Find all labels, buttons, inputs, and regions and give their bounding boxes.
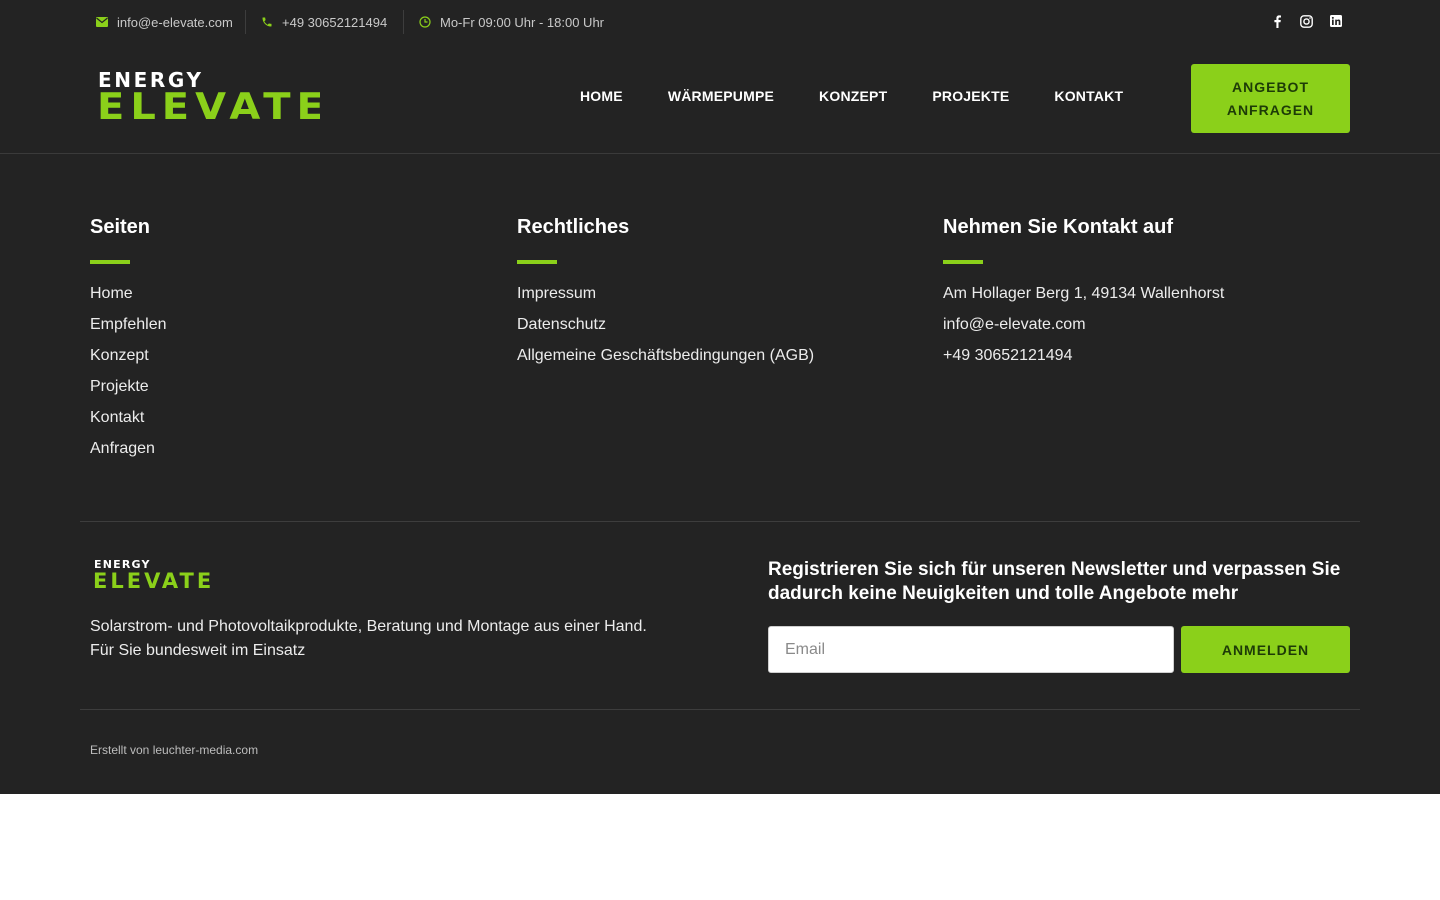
instagram-icon[interactable] (1300, 14, 1313, 28)
credit-link[interactable]: Erstellt von leuchter-media.com (90, 743, 258, 757)
newsletter-heading: Registrieren Sie sich für unseren Newsle… (768, 559, 1341, 604)
list-item: Kontakt (90, 408, 167, 439)
nav-home[interactable]: HOME (580, 88, 623, 104)
contact-email[interactable]: info@e-elevate.com (943, 316, 1086, 333)
social-links (1271, 14, 1342, 28)
envelope-icon (95, 15, 109, 29)
list-item: info@e-elevate.com (943, 315, 1224, 346)
topbar-hours-text: Mo-Fr 09:00 Uhr - 18:00 Uhr (440, 14, 605, 30)
topbar-email[interactable]: info@e-elevate.com (95, 14, 233, 30)
pages-links: Home Empfehlen Konzept Projekte Kontakt … (90, 284, 167, 470)
topbar-divider (403, 10, 404, 34)
heading-accent-bar (517, 260, 557, 264)
footer-link-konzept[interactable]: Konzept (90, 347, 149, 364)
list-item: Impressum (517, 284, 814, 315)
footer-page: info@e-elevate.com +49 30652121494 Mo-Fr… (0, 0, 1440, 794)
facebook-icon[interactable] (1271, 14, 1284, 28)
list-item: Empfehlen (90, 315, 167, 346)
footer-link-home[interactable]: Home (90, 285, 133, 302)
list-item: Allgemeine Geschäftsbedingungen (AGB) (517, 346, 814, 377)
logo-graphic: ENERGY ELEVATE (97, 68, 324, 128)
legal-heading: Rechtliches (517, 216, 630, 238)
footer-link-agb[interactable]: Allgemeine Geschäftsbedingungen (AGB) (517, 347, 814, 364)
topbar-email-text: info@e-elevate.com (117, 14, 233, 30)
pages-heading: Seiten (90, 216, 151, 238)
footer-contact-column: Nehmen Sie Kontakt auf Am Hollager Berg … (943, 216, 1224, 377)
logo-bottom-word: ELEVATE (98, 85, 320, 128)
list-item: Konzept (90, 346, 167, 377)
cta-label-line1: ANGEBOT (1232, 78, 1309, 95)
contact-address: Am Hollager Berg 1, 49134 Wallenhorst (943, 285, 1225, 302)
footer-link-projekte[interactable]: Projekte (90, 378, 149, 395)
contact-phone[interactable]: +49 30652121494 (943, 347, 1072, 364)
nav-projekte[interactable]: PROJEKTE (932, 88, 1009, 104)
footer-link-datenschutz[interactable]: Datenschutz (517, 316, 606, 333)
list-item: Anfragen (90, 439, 167, 470)
topbar-hours: Mo-Fr 09:00 Uhr - 18:00 Uhr (418, 14, 604, 30)
nav-konzept[interactable]: KONZEPT (819, 88, 887, 104)
list-item: Home (90, 284, 167, 315)
footer-pages-column: Seiten Home Empfehlen Konzept Projekte K… (90, 216, 167, 470)
legal-links: Impressum Datenschutz Allgemeine Geschäf… (517, 284, 814, 377)
topbar-divider (245, 10, 246, 34)
header-divider (0, 153, 1440, 154)
contact-lines: Am Hollager Berg 1, 49134 Wallenhorst in… (943, 284, 1224, 377)
footer-logo-graphic: ENERGY ELEVATE (93, 558, 213, 593)
footer-logo[interactable]: ENERGY ELEVATE (93, 558, 213, 593)
list-item: Datenschutz (517, 315, 814, 346)
main-nav: HOME WÄRMEPUMPE KONZEPT PROJEKTE KONTAKT (580, 88, 1168, 104)
footer-link-kontakt[interactable]: Kontakt (90, 409, 144, 426)
footer-link-empfehlen[interactable]: Empfehlen (90, 316, 167, 333)
cta-label-line2: ANFRAGEN (1226, 101, 1315, 118)
footer-logo-bottom-word: ELEVATE (93, 569, 213, 590)
credit-line: Erstellt von leuchter-media.com (90, 743, 258, 757)
footer-link-impressum[interactable]: Impressum (517, 285, 596, 302)
top-bar: info@e-elevate.com +49 30652121494 Mo-Fr… (0, 0, 1440, 44)
heading-accent-bar (943, 260, 983, 264)
clock-icon (418, 15, 432, 29)
topbar-phone-text: +49 30652121494 (282, 14, 388, 30)
company-tagline: Solarstrom- und Photovoltaikprodukte, Be… (90, 618, 647, 659)
linkedin-icon[interactable] (1329, 14, 1342, 28)
footer-bottom-divider (80, 709, 1360, 710)
heading-accent-bar (90, 260, 130, 264)
phone-icon (260, 15, 274, 29)
footer-legal-column: Rechtliches Impressum Datenschutz Allgem… (517, 216, 814, 377)
footer-divider (80, 521, 1360, 522)
nav-kontakt[interactable]: KONTAKT (1054, 88, 1123, 104)
topbar-phone[interactable]: +49 30652121494 (260, 14, 387, 30)
request-quote-button[interactable]: ANGEBOT ANFRAGEN (1191, 64, 1350, 133)
brand-logo[interactable]: ENERGY ELEVATE (97, 68, 324, 128)
nav-waermepumpe[interactable]: WÄRMEPUMPE (668, 88, 774, 104)
newsletter-email-input[interactable] (768, 626, 1174, 673)
newsletter-subscribe-button[interactable]: ANMELDEN (1181, 626, 1350, 673)
list-item: +49 30652121494 (943, 346, 1224, 377)
list-item: Projekte (90, 377, 167, 408)
footer-link-anfragen[interactable]: Anfragen (90, 440, 155, 457)
contact-heading: Nehmen Sie Kontakt auf (943, 216, 1174, 238)
list-item: Am Hollager Berg 1, 49134 Wallenhorst (943, 284, 1224, 315)
